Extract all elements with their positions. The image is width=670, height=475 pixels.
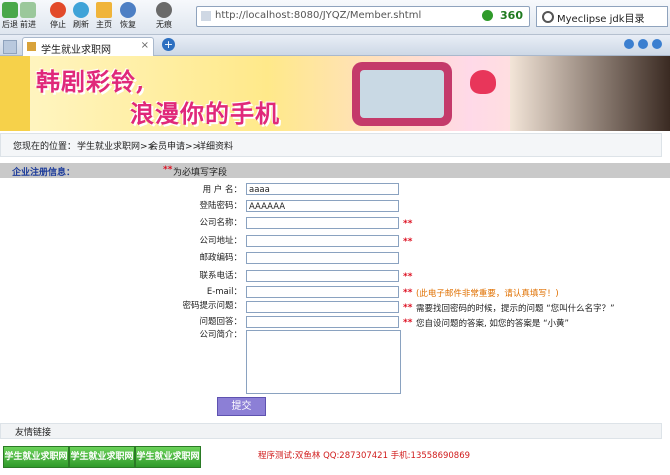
friend-link-1[interactable]: 学生就业求职网 [3, 446, 69, 468]
address-bar[interactable]: http://localhost:8080/JYQZ/Member.shtml … [196, 6, 530, 27]
postcode-label: 邮政编码： [199, 253, 242, 263]
submit-button[interactable]: 提交 [217, 397, 266, 416]
banner-flower-decoration [0, 56, 30, 131]
company-name-label: 公司名称： [199, 218, 242, 228]
password-label: 登陆密码： [199, 201, 242, 211]
tv-frame-image [352, 62, 452, 126]
password-field[interactable]: AAAAAA [246, 200, 399, 212]
breadcrumb-home-link[interactable]: 学生就业求职网>> [77, 139, 155, 152]
contact-info: 程序测试:双鱼林 QQ:287307421 手机:13558690869 [258, 451, 471, 461]
required-marker: ** [163, 165, 173, 175]
search-icon [542, 11, 554, 23]
secure-check-icon [482, 10, 493, 21]
tab-favicon-icon [27, 42, 36, 51]
search-box[interactable]: Myeclipse jdk目录 [536, 6, 668, 27]
required-note: 为必填写字段 [173, 168, 228, 178]
incognito-icon [156, 2, 172, 18]
security-answer-label: 问题回答： [199, 317, 242, 327]
friend-link-3[interactable]: 学生就业求职网 [135, 446, 201, 468]
friend-link-2[interactable]: 学生就业求职网 [69, 446, 135, 468]
brand-logo: 360 [500, 9, 523, 22]
security-answer-field[interactable] [246, 316, 399, 328]
banner-line-2: 浪漫你的手机 [130, 99, 280, 128]
new-tab-icon[interactable]: + [162, 38, 175, 51]
company-address-label: 公司地址： [199, 236, 242, 246]
email-hint: (此电子邮件非常重要，请认真填写！) [416, 289, 559, 299]
banner-line-1: 韩剧彩铃, [36, 67, 146, 96]
security-answer-hint: 您自设问题的答案, 如您的答案是 “小黄” [416, 319, 569, 329]
phone-required: ** [403, 272, 413, 282]
breadcrumb-prefix: 您现在的位置： [13, 142, 77, 152]
tab-active[interactable]: 学生就业求职网 × [22, 37, 154, 56]
refresh-icon [73, 2, 89, 18]
section-header: 企业注册信息： ** 为必填写字段 [0, 163, 670, 178]
security-question-label: 密码提示问题： [182, 301, 242, 311]
couple-photo [360, 70, 444, 118]
forward-button[interactable]: 前进 [14, 2, 42, 30]
stop-icon [50, 2, 66, 18]
company-name-field[interactable] [246, 217, 399, 229]
tab-list-icon[interactable] [3, 40, 17, 54]
friend-links-title: 友情链接 [15, 428, 52, 438]
heart-decoration [470, 70, 496, 94]
email-required: ** [403, 288, 413, 298]
incognito-button[interactable]: 无痕 [150, 2, 178, 30]
search-input[interactable]: Myeclipse jdk目录 [557, 10, 645, 25]
username-field[interactable]: aaaa [246, 183, 399, 195]
company-intro-label: 公司简介： [199, 330, 242, 340]
friend-links-header: 友情链接 [0, 423, 662, 439]
security-answer-required: ** [403, 318, 413, 328]
actor-photo [510, 56, 670, 131]
breadcrumb-member-link[interactable]: 会员申请>> [149, 139, 200, 152]
security-question-field[interactable] [246, 301, 399, 313]
tab-title: 学生就业求职网 [41, 45, 111, 56]
restore-icon [120, 2, 136, 18]
tab-close-icon[interactable]: × [141, 40, 149, 51]
phone-label: 联系电话： [199, 271, 242, 281]
breadcrumb-current: 详细资料 [197, 142, 234, 152]
breadcrumb: 您现在的位置： 学生就业求职网>> 会员申请>> 详细资料 [0, 133, 662, 157]
postcode-field[interactable] [246, 252, 399, 264]
company-name-required: ** [403, 219, 413, 229]
email-label: E-mail： [206, 287, 242, 297]
url-text: http://localhost:8080/JYQZ/Member.shtml [215, 10, 422, 21]
username-label: 用 户 名： [202, 185, 242, 195]
phone-field[interactable] [246, 270, 399, 282]
page-icon [201, 11, 211, 21]
banner-ad: 韩剧彩铃, 浪漫你的手机 [0, 56, 670, 131]
tab-scroll-right-icon[interactable] [638, 39, 648, 49]
company-address-required: ** [403, 237, 413, 247]
security-question-hint: 需要找回密码的时候，提示的问题 “您叫什么名字？” [416, 304, 615, 314]
company-address-field[interactable] [246, 235, 399, 247]
tab-menu-icon[interactable] [652, 39, 662, 49]
company-intro-textarea[interactable] [246, 330, 401, 394]
registration-form: 用 户 名： aaaa 登陆密码： AAAAAA 公司名称： ** 公司地址： … [0, 180, 670, 420]
tab-scroll-left-icon[interactable] [624, 39, 634, 49]
email-field[interactable] [246, 286, 399, 298]
section-title: 企业注册信息： [12, 168, 76, 178]
home-icon [96, 2, 112, 18]
forward-arrow-icon [20, 2, 36, 18]
security-question-required: ** [403, 303, 413, 313]
restore-button[interactable]: 恢复 [114, 2, 142, 30]
